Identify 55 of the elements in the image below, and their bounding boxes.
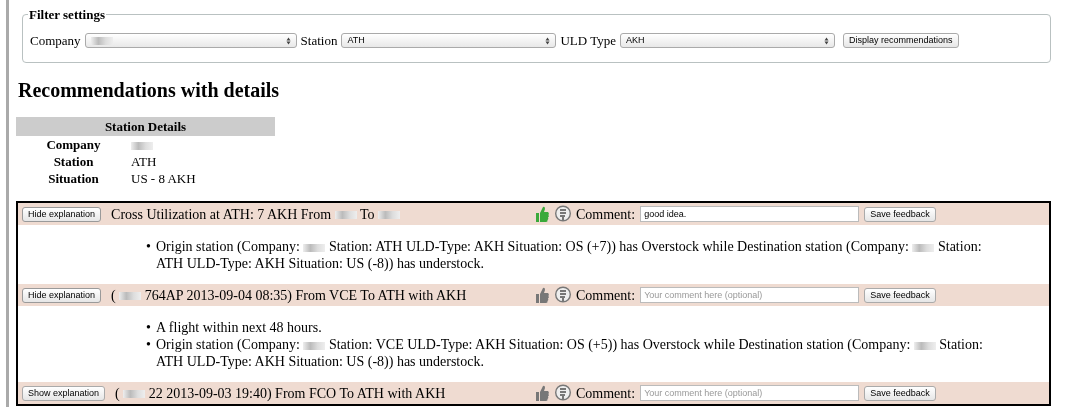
dropdown-arrows-icon xyxy=(823,36,829,45)
comment-label: Comment: xyxy=(576,286,636,305)
thumbs-down-icon[interactable] xyxy=(555,384,571,402)
field-label: Station xyxy=(300,32,338,50)
redaction-mark xyxy=(131,142,153,150)
bullet-mark: • xyxy=(146,336,152,354)
explanation-item: Origin station (Company: Station: ATH ULD-Type: AKH Situation: OS (+7)) has Overstock while Destination station (Company: Station: ATH ULD-Type: AKH Situation: US (-8)) has understock. xyxy=(156,238,983,272)
row-value: US - 8 AKH xyxy=(131,170,197,187)
thumbs-up-icon[interactable] xyxy=(534,205,550,223)
dropdown-arrows-icon xyxy=(285,36,291,45)
display-recommendations-button[interactable]: Display recommendations xyxy=(842,33,959,49)
row-label: Situation xyxy=(16,170,131,187)
toggle-explanation-button[interactable]: Hide explanation xyxy=(22,206,102,222)
row-label: Company xyxy=(16,136,131,153)
field-label: ULD Type xyxy=(560,32,616,50)
fieldset-legend: Filter settings xyxy=(28,8,106,21)
comment-field[interactable]: Your comment here (optional) xyxy=(640,287,860,303)
recommendation-title: Cross Utilization at ATH: 7 AKH From To xyxy=(101,203,534,225)
select-field[interactable] xyxy=(84,33,297,49)
comment-field[interactable]: Your comment here (optional) xyxy=(640,385,860,401)
recommendation-title: ( 764AP 2013-09-04 08:35) From VCE To ATH with AKH xyxy=(110,286,468,305)
toggle-explanation-button[interactable]: Show explanation xyxy=(22,385,106,401)
table-caption: Station Details xyxy=(16,116,275,136)
save-feedback-button[interactable]: Save feedback xyxy=(864,206,936,222)
explanation-item: A flight within next 48 hours. xyxy=(156,319,323,336)
bullet-mark: • xyxy=(146,319,152,336)
redaction-mark xyxy=(119,292,142,301)
redaction-mark xyxy=(378,211,400,220)
thumbs-up-icon[interactable] xyxy=(534,286,550,304)
thumbs-up-icon[interactable] xyxy=(534,384,550,402)
field-label: Company xyxy=(30,32,81,50)
row-label: Station xyxy=(16,153,131,170)
redaction-mark xyxy=(912,243,935,252)
row-value: ATH xyxy=(131,153,158,170)
comment-field[interactable]: good idea. xyxy=(640,206,860,222)
explanation-item: Origin station (Company: Station: VCE ULD-Type: AKH Situation: OS (+5)) has Overstock while Destination station (Company: Station: ATH ULD-Type: AKH Situation: US (-8)) has understock. xyxy=(156,336,984,370)
dropdown-arrows-icon xyxy=(545,36,551,45)
save-feedback-button[interactable]: Save feedback xyxy=(864,287,936,303)
comment-label: Comment: xyxy=(576,384,636,403)
thumbs-down-icon[interactable] xyxy=(555,205,571,223)
toggle-explanation-button[interactable]: Hide explanation xyxy=(22,287,102,303)
select-field[interactable]: AKH xyxy=(619,33,835,49)
redaction-mark xyxy=(123,390,146,399)
redaction-mark xyxy=(334,211,357,220)
redaction-mark xyxy=(303,243,326,252)
select-field[interactable]: ATH xyxy=(341,33,557,49)
bullet-mark: • xyxy=(146,238,152,256)
redaction-mark xyxy=(90,36,113,45)
redaction-mark xyxy=(303,341,326,350)
recommendation-title: ( 22 2013-09-03 19:40) From FCO To ATH with AKH xyxy=(114,384,447,403)
section-heading: Recommendations with details xyxy=(18,77,281,102)
thumbs-down-icon[interactable] xyxy=(555,286,571,304)
redaction-mark xyxy=(913,341,936,350)
comment-label: Comment: xyxy=(576,205,636,224)
save-feedback-button[interactable]: Save feedback xyxy=(864,385,936,401)
